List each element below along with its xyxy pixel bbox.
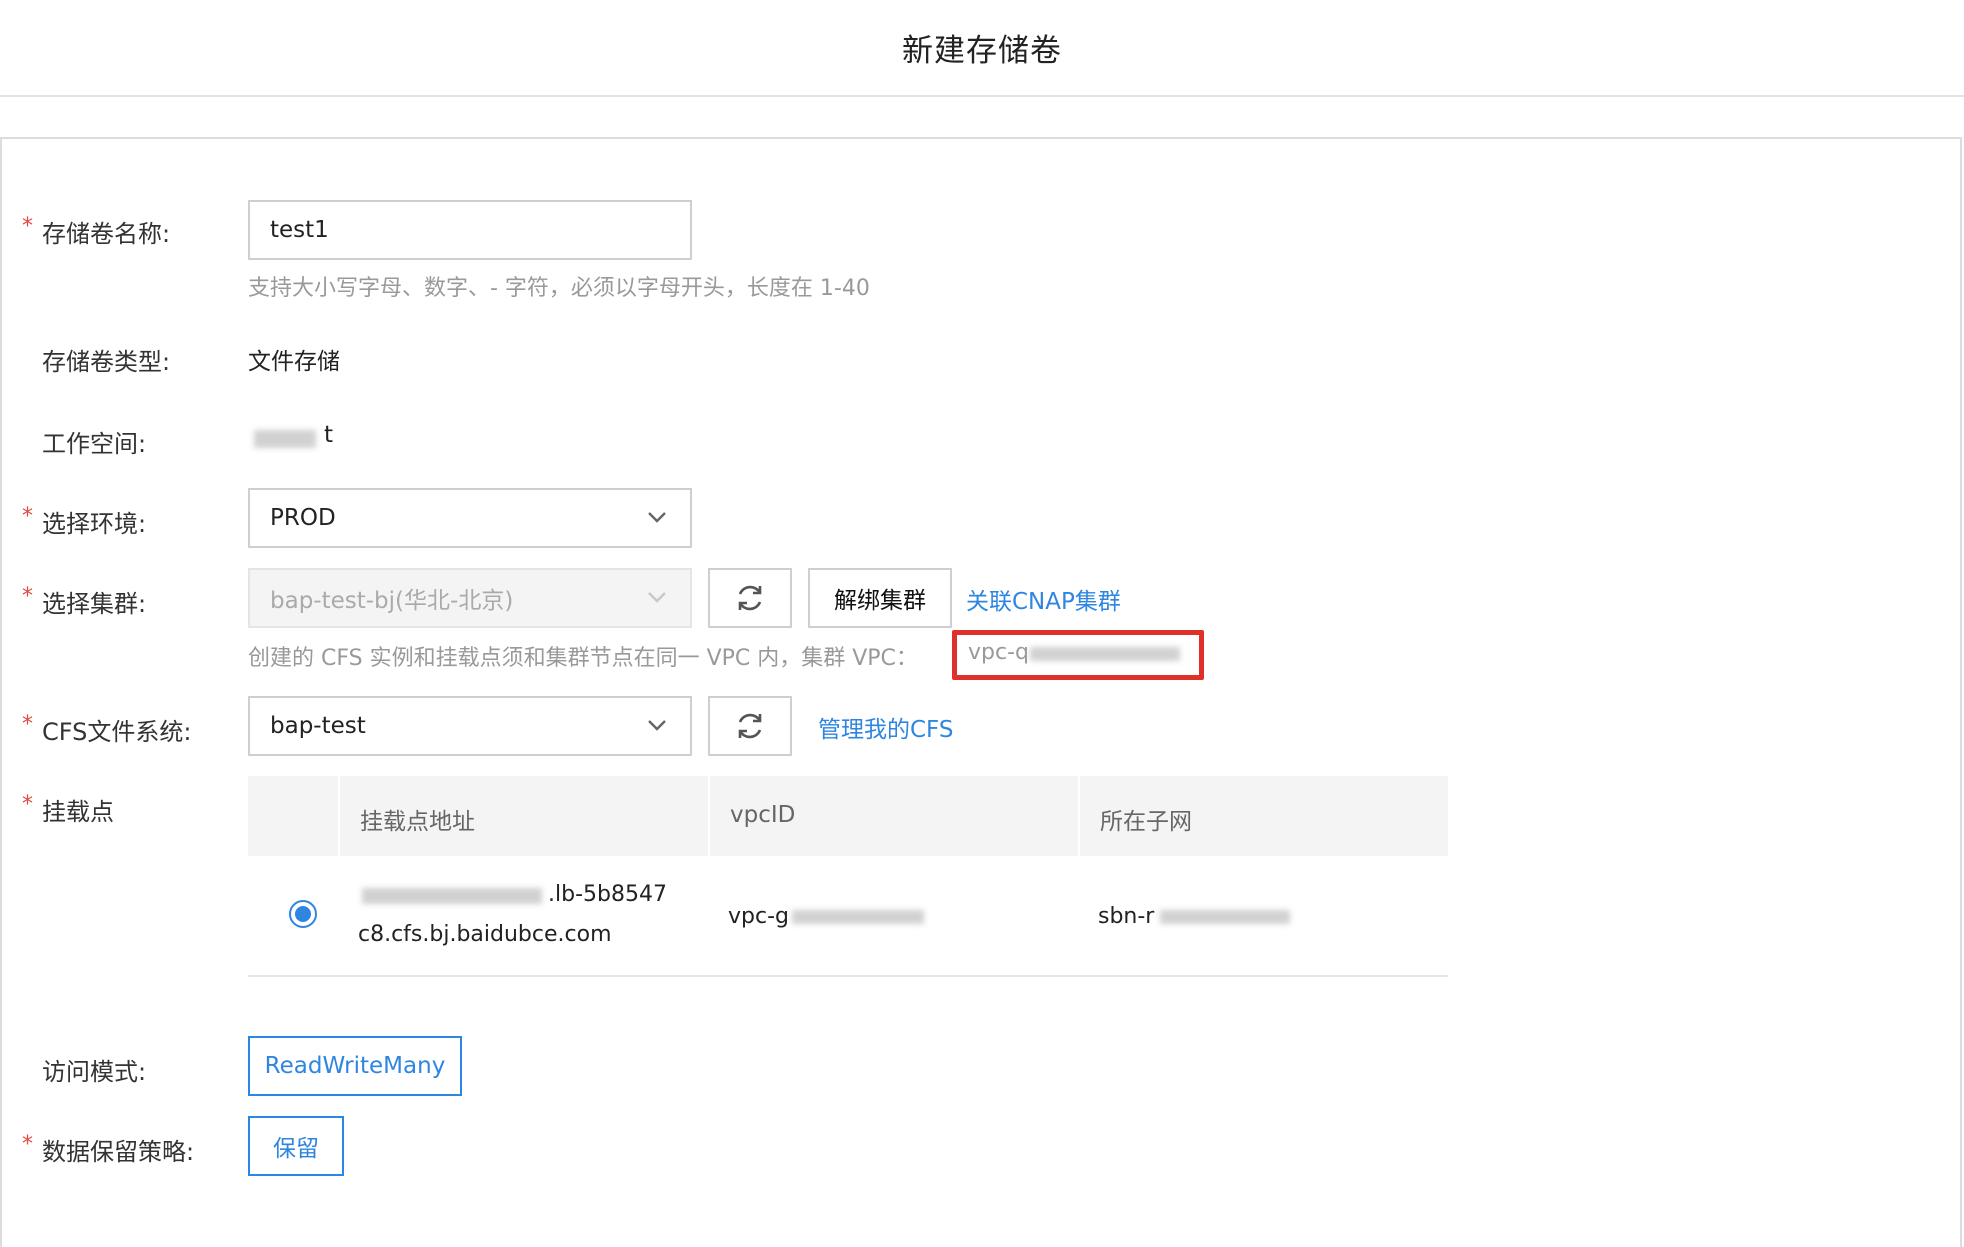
unbind-cluster-button[interactable]: 解绑集群 <box>808 568 952 628</box>
mount-subnet-value: sbn-r <box>1098 904 1155 929</box>
unbind-cluster-label: 解绑集群 <box>834 588 926 614</box>
name-label: 存储卷名称: <box>42 220 171 248</box>
retention-value: 保留 <box>273 1136 319 1162</box>
mount-address-line2: c8.cfs.bj.baidubce.com <box>358 922 612 947</box>
redacted-address <box>362 888 542 904</box>
cfs-refresh-button[interactable] <box>708 696 792 756</box>
page-header: 新建存储卷 <box>0 0 1964 97</box>
column-header-subnet: 所在子网 <box>1100 809 1192 835</box>
access-mode-value: ReadWriteMany <box>264 1053 446 1079</box>
column-header-address: 挂载点地址 <box>360 809 475 835</box>
cfs-select[interactable]: bap-test <box>248 696 692 756</box>
mount-address-line1: .lb-5b8547 <box>548 882 667 907</box>
mount-label: 挂载点 <box>42 798 114 826</box>
chevron-down-icon <box>648 512 666 523</box>
environment-label: 选择环境: <box>42 510 147 538</box>
required-mark: * <box>22 214 33 239</box>
environment-select[interactable]: PROD <box>248 488 692 548</box>
refresh-icon <box>738 713 762 739</box>
retention-option[interactable]: 保留 <box>248 1116 344 1176</box>
retention-label: 数据保留策略: <box>42 1138 195 1166</box>
chevron-down-icon <box>648 720 666 731</box>
redacted-subnet <box>1160 910 1290 924</box>
cfs-label: CFS文件系统: <box>42 718 192 746</box>
cluster-hint: 创建的 CFS 实例和挂载点须和集群节点在同一 VPC 内，集群 VPC： <box>248 646 918 671</box>
manage-cfs-link[interactable]: 管理我的CFS <box>818 710 953 744</box>
workspace-value: t <box>324 422 334 448</box>
redacted-vpc <box>1030 647 1180 661</box>
required-mark: * <box>22 584 33 609</box>
cluster-select-value: bap-test-bj(华北-北京) <box>270 588 514 614</box>
chevron-down-icon <box>648 592 666 603</box>
name-hint: 支持大小写字母、数字、- 字符，必须以字母开头，长度在 1-40 <box>248 276 870 301</box>
cluster-refresh-button[interactable] <box>708 568 792 628</box>
column-separator <box>338 776 340 856</box>
mount-point-radio[interactable] <box>289 900 317 928</box>
cluster-label: 选择集群: <box>42 590 147 618</box>
type-label: 存储卷类型: <box>42 348 171 376</box>
refresh-icon <box>738 585 762 611</box>
page-title: 新建存储卷 <box>902 33 1062 69</box>
name-input-value: test1 <box>270 217 329 243</box>
table-row-divider <box>248 975 1448 977</box>
workspace-label: 工作空间: <box>42 430 147 458</box>
required-mark: * <box>22 712 33 737</box>
redacted-vpcid <box>792 910 924 924</box>
link-cnap-cluster[interactable]: 关联CNAP集群 <box>966 582 1121 616</box>
access-mode-option[interactable]: ReadWriteMany <box>248 1036 462 1096</box>
access-mode-label: 访问模式: <box>42 1058 147 1086</box>
column-separator <box>1078 776 1080 856</box>
required-mark: * <box>22 792 33 817</box>
environment-select-value: PROD <box>270 505 336 531</box>
name-input[interactable]: test1 <box>248 200 692 260</box>
required-mark: * <box>22 504 33 529</box>
cfs-select-value: bap-test <box>270 713 366 739</box>
cluster-select[interactable]: bap-test-bj(华北-北京) <box>248 568 692 628</box>
required-mark: * <box>22 1132 33 1157</box>
column-separator <box>708 776 710 856</box>
redacted-workspace <box>254 430 316 448</box>
type-value: 文件存储 <box>248 349 340 375</box>
cluster-vpc-value: vpc-q <box>968 640 1029 665</box>
column-header-vpcid: vpcID <box>730 802 796 828</box>
mount-vpc-value: vpc-g <box>728 904 789 929</box>
